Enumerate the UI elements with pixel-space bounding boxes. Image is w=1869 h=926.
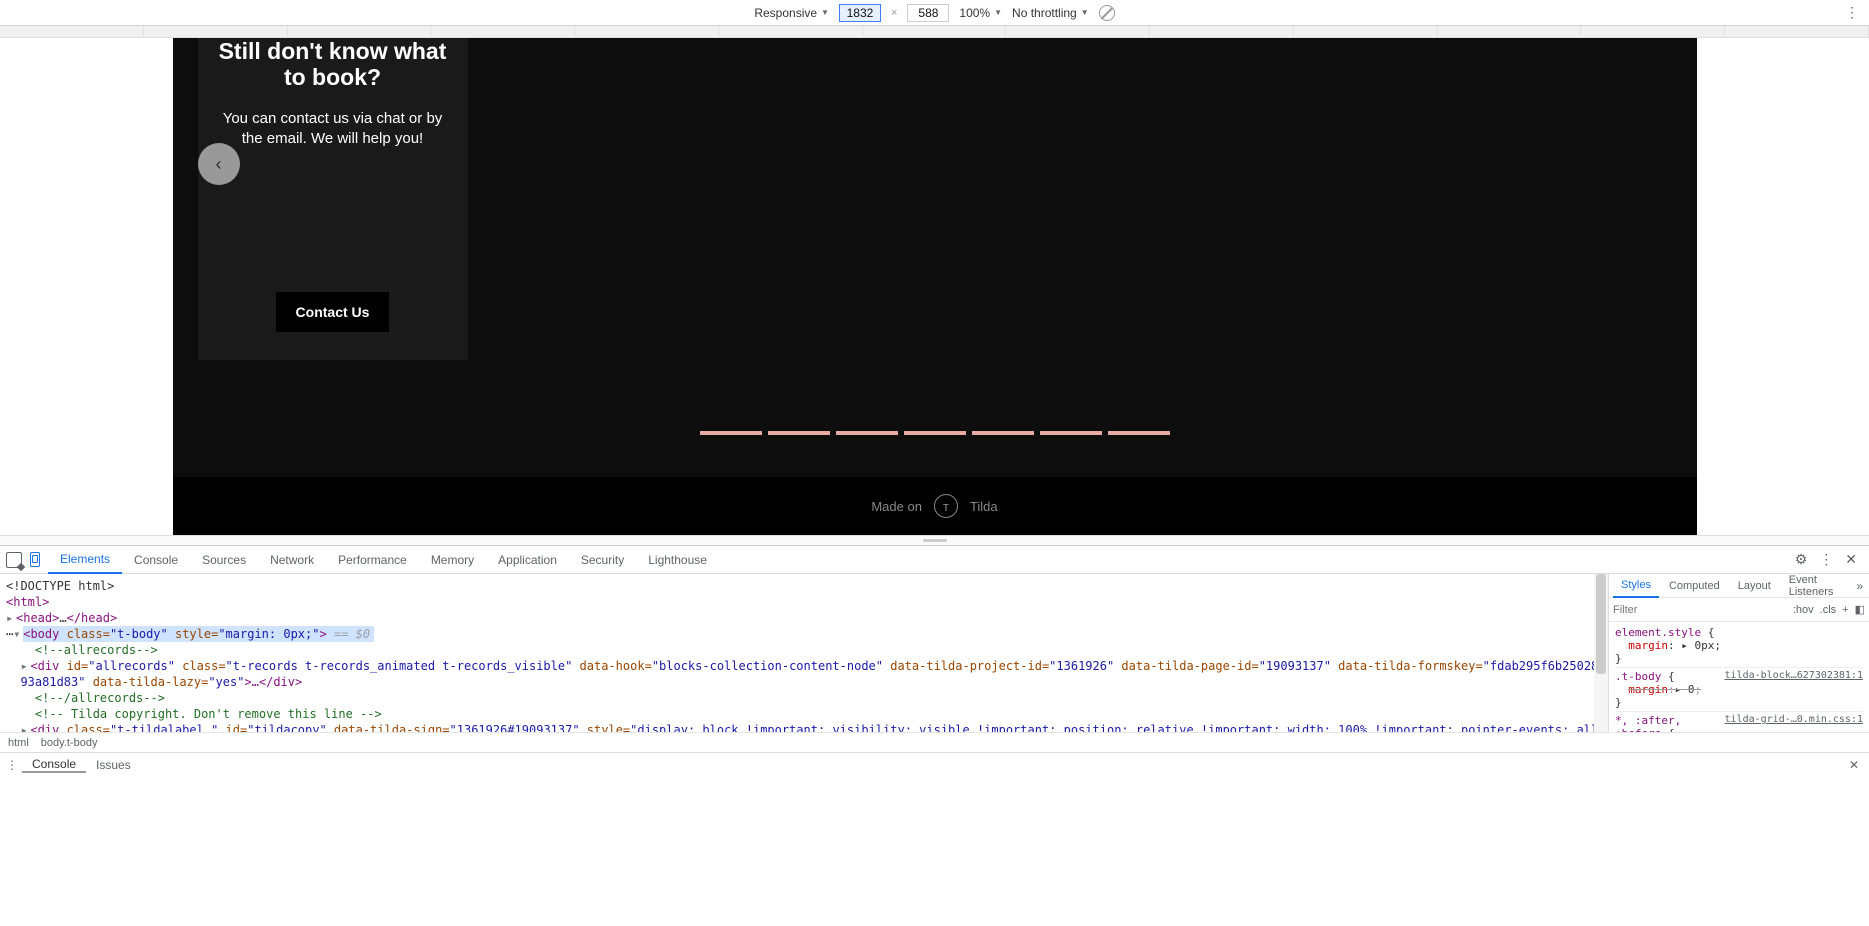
- carousel-indicator[interactable]: [972, 431, 1034, 435]
- styles-panel: Styles Computed Layout Event Listeners »…: [1608, 574, 1869, 732]
- made-on-label: Made on: [871, 499, 922, 514]
- throttling-select[interactable]: No throttling▼: [1012, 6, 1089, 20]
- tab-elements[interactable]: Elements: [48, 546, 122, 574]
- card-text: You can contact us via chat or by the em…: [216, 109, 450, 150]
- viewport-height-input[interactable]: [907, 4, 949, 22]
- rule-source-link[interactable]: tilda-grid-…0.min.css:1: [1725, 714, 1863, 725]
- rotate-icon[interactable]: [1099, 5, 1115, 21]
- tab-console[interactable]: Console: [122, 546, 190, 574]
- page-footer: Made on т Tilda: [173, 477, 1697, 535]
- drawer-more-icon[interactable]: ⋮: [6, 758, 18, 772]
- tab-application[interactable]: Application: [486, 546, 569, 574]
- devtools-panel: Elements Console Sources Network Perform…: [0, 545, 1869, 776]
- styles-more-icon[interactable]: »: [1850, 579, 1869, 593]
- devtools-settings-icon[interactable]: ⚙: [1789, 551, 1814, 568]
- carousel-indicator[interactable]: [768, 431, 830, 435]
- contact-us-button[interactable]: Contact Us: [276, 292, 390, 332]
- styles-tab-event-listeners[interactable]: Event Listeners: [1781, 574, 1849, 598]
- hov-toggle[interactable]: :hov: [1793, 604, 1814, 616]
- console-drawer: ⋮ Console Issues ✕: [0, 752, 1869, 776]
- tab-sources[interactable]: Sources: [190, 546, 258, 574]
- carousel-indicator[interactable]: [1108, 431, 1170, 435]
- dimension-separator: ×: [891, 7, 897, 19]
- zoom-select[interactable]: 100%▼: [959, 6, 1002, 20]
- tilda-logo-icon: т: [934, 494, 958, 518]
- drawer-tab-issues[interactable]: Issues: [86, 758, 141, 772]
- devtools-close-icon[interactable]: ✕: [1839, 551, 1863, 568]
- carousel-indicators[interactable]: [700, 431, 1170, 435]
- tab-lighthouse[interactable]: Lighthouse: [636, 546, 719, 574]
- carousel-indicator[interactable]: [836, 431, 898, 435]
- rule-source-link[interactable]: tilda-block…627302381:1: [1725, 670, 1863, 681]
- devtools-more-icon[interactable]: ⋮: [1813, 551, 1839, 568]
- toggle-sidebar-icon[interactable]: ◧: [1855, 603, 1865, 616]
- drawer-tab-console[interactable]: Console: [22, 757, 86, 773]
- chevron-left-icon: ‹: [216, 154, 222, 175]
- tab-security[interactable]: Security: [569, 546, 636, 574]
- tilda-brand-label: Tilda: [970, 499, 998, 514]
- responsive-mode-select[interactable]: Responsive▼: [754, 6, 829, 20]
- devtools-tabs: Elements Console Sources Network Perform…: [0, 546, 1869, 574]
- new-style-rule-icon[interactable]: +: [1842, 604, 1848, 616]
- styles-tab-styles[interactable]: Styles: [1613, 574, 1659, 598]
- cls-toggle[interactable]: .cls: [1820, 604, 1837, 616]
- styles-tab-computed[interactable]: Computed: [1661, 574, 1728, 598]
- breadcrumb-item[interactable]: html: [8, 737, 29, 749]
- promo-card: Still don't know what to book? You can c…: [198, 38, 468, 360]
- emulated-viewport: Still don't know what to book? You can c…: [173, 38, 1697, 535]
- carousel-prev-button[interactable]: ‹: [198, 143, 240, 185]
- viewport-stage: Still don't know what to book? You can c…: [0, 38, 1869, 535]
- inspect-element-icon[interactable]: [6, 552, 22, 568]
- device-toolbar: Responsive▼ × 100%▼ No throttling▼ ⋮: [0, 0, 1869, 26]
- ruler: [0, 26, 1869, 38]
- dom-breadcrumbs[interactable]: html body.t-body: [0, 732, 1869, 752]
- style-rules[interactable]: element.style { margin: ▸ 0px; } tilda-b…: [1609, 622, 1869, 732]
- carousel-indicator[interactable]: [700, 431, 762, 435]
- styles-filter-input[interactable]: [1613, 604, 1787, 616]
- card-title: Still don't know what to book?: [216, 38, 450, 91]
- carousel-indicator[interactable]: [1040, 431, 1102, 435]
- carousel-indicator[interactable]: [904, 431, 966, 435]
- tab-network[interactable]: Network: [258, 546, 326, 574]
- viewport-width-input[interactable]: [839, 4, 881, 22]
- styles-tab-layout[interactable]: Layout: [1730, 574, 1779, 598]
- breadcrumb-item[interactable]: body.t-body: [41, 737, 98, 749]
- device-toolbar-more-icon[interactable]: ⋮: [1845, 4, 1859, 21]
- toggle-device-toolbar-icon[interactable]: [30, 552, 40, 567]
- tab-memory[interactable]: Memory: [419, 546, 486, 574]
- dom-scrollbar[interactable]: [1594, 574, 1608, 732]
- dom-tree[interactable]: <!DOCTYPE html> <html> ▸<head>…</head> ⋯…: [0, 574, 1608, 732]
- panel-resize-handle[interactable]: [0, 535, 1869, 545]
- drawer-close-icon[interactable]: ✕: [1845, 758, 1863, 772]
- tab-performance[interactable]: Performance: [326, 546, 419, 574]
